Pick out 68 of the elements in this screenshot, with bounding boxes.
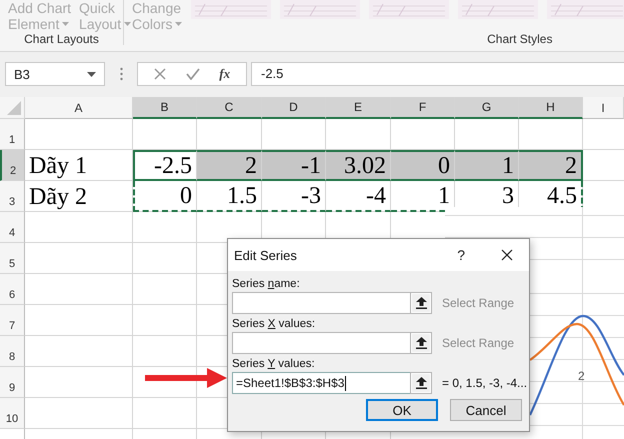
collapse-button[interactable] [410,332,432,354]
column-header[interactable]: D [262,97,326,119]
insert-function-button[interactable]: fx [219,66,230,82]
column-header[interactable]: G [455,97,519,119]
row-header[interactable]: 7 [0,305,25,336]
column-header[interactable]: B [133,97,197,119]
table-cell: 1.5 [197,181,262,212]
table-cell: 0 [391,150,455,181]
table-cell: -4 [326,181,391,212]
field-label: Series X values: [232,317,316,331]
row-header[interactable]: 5 [0,243,25,274]
column-header[interactable]: I [583,97,624,119]
dialog-title: Edit Series [234,248,298,262]
table-cell: 3.02 [326,150,391,181]
table-cell: 0 [133,181,197,212]
chart-style-thumbnail[interactable] [458,0,538,19]
row-header[interactable]: 9 [0,367,25,398]
column-header[interactable]: A [25,97,133,119]
grip-icon[interactable] [120,67,123,81]
group-label: Chart Layouts [23,32,100,48]
arrow-icon [145,368,227,388]
row-header[interactable]: 8 [0,336,25,367]
value-preview: = 0, 1.5, -3, -4... [442,376,528,390]
row-header[interactable]: 10 [0,398,25,429]
close-icon[interactable] [501,249,513,261]
dropdown-arrow-icon[interactable] [87,72,96,76]
collapse-button[interactable] [410,372,432,394]
field-label: Series Y values: [232,357,316,371]
input-field[interactable] [232,292,410,314]
input-field[interactable]: =Sheet1!$B$3:$H$3 [232,372,410,394]
row-header[interactable]: 6 [0,274,25,305]
chart-style-thumbnail[interactable] [547,0,624,19]
table-cell: 1 [455,150,519,181]
group-label: Chart Styles [486,32,554,48]
value-preview: Select Range [442,336,514,350]
value-preview: Select Range [442,296,514,310]
upload-arrow-icon [416,377,426,389]
chart-style-thumbnail[interactable] [191,0,272,19]
help-button[interactable]: ? [457,247,465,263]
table-cell: Dãy 2 [25,181,133,212]
collapse-button[interactable] [410,292,432,314]
dialog-button[interactable]: OK [366,399,438,421]
select-all-icon[interactable] [7,101,21,115]
chart-style-thumbnail[interactable] [280,0,360,19]
table-cell: Dãy 1 [25,150,133,181]
check-icon[interactable] [186,68,200,80]
field-label: Series name: [232,277,301,291]
table-cell: 2 [197,150,262,181]
cancel-icon[interactable] [154,68,166,80]
column-header[interactable]: H [519,97,583,119]
table-cell: 2 [519,150,583,181]
input-field[interactable] [232,332,410,354]
table-cell: -3 [262,181,326,212]
table-cell: -1 [262,150,326,181]
row-header[interactable]: 1 [0,119,25,150]
chart-style-thumbnail[interactable] [369,0,450,19]
column-header[interactable]: C [197,97,262,119]
axis-label: 2 [578,369,585,383]
row-header[interactable]: 4 [0,212,25,243]
column-header[interactable]: F [391,97,455,119]
row-header[interactable]: 3 [0,181,25,212]
upload-arrow-icon [416,297,426,309]
upload-arrow-icon [416,337,426,349]
formula-input[interactable]: -2.5 [251,62,624,86]
dialog-button[interactable]: Cancel [450,399,522,421]
row-header[interactable]: 2 [0,150,25,181]
name-box[interactable]: B3 [5,62,105,86]
column-header[interactable]: E [326,97,391,119]
